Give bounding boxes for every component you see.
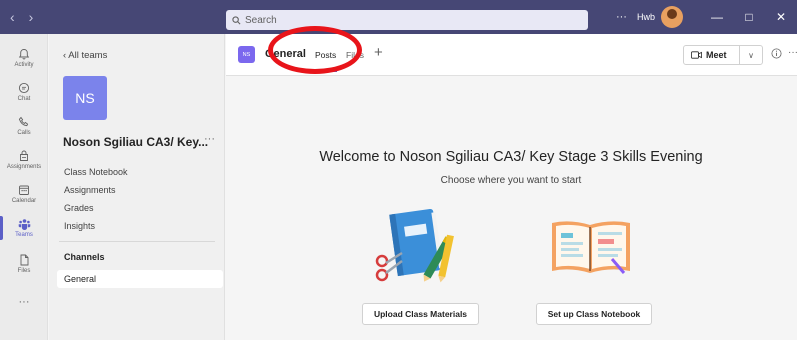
rail-item-files[interactable]: Files [0, 246, 48, 282]
maximize-button[interactable]: □ [733, 10, 765, 24]
rail-label: Files [17, 268, 31, 274]
back-arrow-icon[interactable]: ‹ [10, 9, 15, 25]
search-placeholder: Search [245, 14, 277, 26]
info-icon[interactable] [771, 48, 782, 59]
meet-button[interactable]: Meet ∨ [683, 45, 763, 65]
assignments-icon [20, 150, 28, 161]
assignments-link[interactable]: Assignments [64, 185, 116, 195]
channel-item-general[interactable]: General [57, 270, 223, 288]
rail-label: Activity [14, 62, 34, 68]
more-options-icon[interactable]: ··· [616, 11, 627, 23]
close-button[interactable]: ✕ [765, 10, 797, 24]
class-notebook-illustration [552, 221, 630, 274]
header-more-icon[interactable]: ··· [788, 47, 797, 58]
team-avatar: NS [63, 76, 107, 120]
team-more-icon[interactable]: ··· [204, 133, 215, 145]
meet-label: Meet [706, 50, 727, 60]
choose-subtitle: Choose where you want to start [440, 175, 582, 186]
phone-icon [18, 116, 29, 127]
insights-link[interactable]: Insights [64, 221, 95, 231]
divider [59, 241, 215, 242]
bell-icon [18, 49, 30, 60]
app-rail: Activity Chat Calls Assignments Calendar… [0, 34, 48, 340]
main-content: Welcome to Noson Sgiliau CA3/ Key Stage … [226, 77, 797, 340]
user-avatar[interactable] [661, 6, 683, 28]
minimize-button[interactable]: — [701, 10, 733, 24]
class-notebook-link[interactable]: Class Notebook [64, 167, 128, 177]
team-name: Noson Sgiliau CA3/ Key... [63, 135, 209, 149]
calendar-icon [19, 185, 29, 195]
file-icon [20, 254, 28, 266]
titlebar-right: ··· Hwb — □ ✕ [616, 0, 797, 34]
chat-icon [18, 82, 30, 94]
more-apps-icon[interactable]: ··· [0, 284, 48, 320]
rail-item-chat[interactable]: Chat [0, 74, 48, 110]
rail-label: Calls [17, 130, 31, 136]
org-label: Hwb [636, 12, 655, 22]
rail-label: Chat [17, 96, 31, 102]
search-icon [232, 15, 241, 24]
video-camera-icon [691, 51, 702, 59]
team-panel: ‹ All teams NS Noson Sgiliau CA3/ Key...… [49, 34, 225, 340]
all-teams-link[interactable]: ‹ All teams [63, 50, 107, 61]
title-bar: ‹ › Search ··· Hwb — □ ✕ [0, 0, 797, 34]
rail-label: Teams [15, 232, 33, 238]
grades-link[interactable]: Grades [64, 203, 94, 213]
channels-heading: Channels [64, 252, 105, 262]
rail-item-teams[interactable]: Teams [0, 210, 48, 246]
rail-label: Calendar [11, 198, 37, 204]
channel-label: General [64, 274, 97, 284]
forward-arrow-icon[interactable]: › [29, 9, 34, 25]
meet-now-button[interactable]: Meet [684, 46, 740, 64]
rail-item-calls[interactable]: Calls [0, 108, 48, 144]
rail-item-activity[interactable]: Activity [0, 40, 48, 76]
highlight-annotation-circle [268, 26, 362, 74]
channel-avatar: NS [238, 46, 255, 63]
upload-class-materials-button[interactable]: Upload Class Materials [362, 303, 479, 325]
rail-item-calendar[interactable]: Calendar [0, 176, 48, 212]
rail-label: Assignments [6, 164, 42, 170]
nav-arrows: ‹ › [10, 9, 33, 25]
class-materials-illustration [375, 208, 454, 283]
teams-icon [18, 219, 30, 230]
rail-item-assignments[interactable]: Assignments [0, 142, 48, 178]
search-input[interactable]: Search [226, 10, 588, 30]
chevron-down-icon[interactable]: ∨ [740, 51, 762, 60]
welcome-heading: Welcome to Noson Sgiliau CA3/ Key Stage … [319, 149, 703, 165]
add-tab-button[interactable]: + [374, 44, 383, 61]
set-up-class-notebook-button[interactable]: Set up Class Notebook [536, 303, 652, 325]
